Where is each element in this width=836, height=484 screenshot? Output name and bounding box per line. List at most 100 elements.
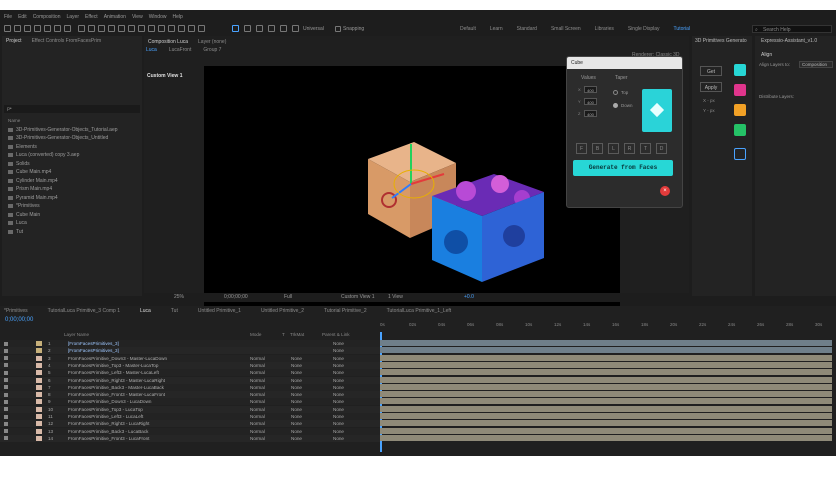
table-row[interactable]: 9 FromFacesPrimitive_Down3 - LucaDown Norm…: [0, 398, 380, 406]
visibility-eye-icon[interactable]: [4, 421, 8, 426]
cylinder-tool-icon[interactable]: [734, 84, 746, 96]
layer-name[interactable]: FromFacesPrimitive_Right3 - LucaRight: [68, 421, 149, 426]
project-item[interactable]: Luca: [8, 220, 27, 227]
pen-tool-icon[interactable]: [108, 25, 115, 32]
timeline-timecode[interactable]: 0;00;00;00: [5, 317, 33, 323]
axis-tool-icon[interactable]: [232, 25, 239, 32]
project-item[interactable]: Cube Main: [8, 211, 40, 218]
layer-duration-bar[interactable]: [380, 413, 832, 419]
project-item[interactable]: Tut: [8, 228, 23, 235]
layer-name[interactable]: FromFacesPrimitive_Front3 - LucaFront: [68, 436, 149, 441]
layer-name[interactable]: FromFacesPrimitive_Left3 - Master-LucaLe…: [68, 370, 159, 375]
project-name-column[interactable]: Name: [8, 118, 20, 123]
views-select[interactable]: 1 View: [388, 294, 403, 300]
zoom-tool-icon[interactable]: [34, 25, 41, 32]
pyramid-tool-icon[interactable]: [734, 124, 746, 136]
project-item[interactable]: Elements: [8, 143, 37, 150]
workspace-tab[interactable]: Libraries: [595, 26, 628, 32]
settings-gear-icon[interactable]: [734, 148, 746, 160]
table-row[interactable]: 6 FromFacesPrimitive_Right3 - Master-Luca…: [0, 376, 380, 384]
label-color-swatch[interactable]: [36, 370, 42, 376]
layer-trkmat[interactable]: None: [291, 436, 302, 441]
label-color-swatch[interactable]: [36, 421, 42, 427]
breadcrumb-item[interactable]: LucaFront: [169, 47, 192, 55]
col-t[interactable]: T: [282, 332, 285, 337]
layer-mode[interactable]: Normal: [250, 429, 265, 434]
layer-mode[interactable]: Normal: [250, 392, 265, 397]
align-target-select[interactable]: Composition: [799, 61, 833, 68]
face-button-t[interactable]: T: [640, 143, 651, 154]
visibility-eye-icon[interactable]: [4, 436, 8, 441]
close-icon[interactable]: ×: [660, 186, 670, 196]
layer-name[interactable]: FromFacesPrimitive_Left3 - LucaLeft: [68, 414, 143, 419]
workspace-tab[interactable]: Tutorial: [674, 26, 705, 32]
layer-duration-bar[interactable]: [380, 405, 832, 412]
table-row[interactable]: 5 FromFacesPrimitive_Left3 - Master-LucaL…: [0, 369, 380, 377]
layer-duration-bar[interactable]: [380, 354, 832, 361]
layer-name[interactable]: FromFacesPrimitive_Top3 - Master-LucaTop: [68, 363, 158, 368]
face-button-r[interactable]: R: [624, 143, 635, 154]
tab-layer[interactable]: Layer (none): [198, 39, 226, 45]
layer-duration-bar[interactable]: [380, 347, 832, 354]
clone-tool-icon[interactable]: [138, 25, 145, 32]
visibility-eye-icon[interactable]: [4, 341, 8, 346]
eraser-tool-icon[interactable]: [148, 25, 155, 32]
menu-effect[interactable]: Effect: [85, 14, 98, 22]
layer-trkmat[interactable]: None: [291, 407, 302, 412]
workspace-tab[interactable]: Default: [460, 26, 490, 32]
cube-tool-icon[interactable]: [734, 64, 746, 76]
layer-trkmat[interactable]: None: [291, 363, 302, 368]
view-select[interactable]: Custom View 1: [341, 294, 375, 300]
tab-primitives[interactable]: 3D Primitives Generato: [695, 38, 747, 44]
project-item[interactable]: 3D-Primitives-Generator-Objects_Tutorial…: [8, 126, 118, 133]
workspace-tab[interactable]: Standard: [517, 26, 551, 32]
col-mode[interactable]: Mode: [250, 332, 262, 337]
get-button[interactable]: Get: [700, 66, 722, 76]
layer-parent[interactable]: None: [333, 407, 344, 412]
layer-duration-bar[interactable]: [380, 361, 832, 368]
layer-trkmat[interactable]: None: [291, 429, 302, 434]
visibility-eye-icon[interactable]: [4, 392, 8, 397]
layer-parent[interactable]: None: [333, 348, 344, 353]
layer-mode[interactable]: Normal: [250, 407, 265, 412]
workspace-tab[interactable]: Learn: [490, 26, 517, 32]
layer-parent[interactable]: None: [333, 363, 344, 368]
x-value-input[interactable]: 400: [584, 86, 597, 93]
tab-composition[interactable]: Composition Luca: [148, 39, 188, 45]
layer-parent[interactable]: None: [333, 421, 344, 426]
exposure-value[interactable]: +0.0: [464, 294, 474, 300]
dolly-tool-icon[interactable]: [64, 25, 71, 32]
visibility-eye-icon[interactable]: [4, 370, 8, 375]
timeline-tab[interactable]: TutorialLuca Primitive_1_Left: [387, 308, 452, 314]
layer-name[interactable]: [FromFacesPrimitives_3]: [68, 341, 119, 346]
shape-tool-icon[interactable]: [98, 25, 105, 32]
layer-mode[interactable]: Normal: [250, 370, 265, 375]
roto-tool-icon[interactable]: [158, 25, 165, 32]
label-color-swatch[interactable]: [36, 341, 42, 346]
layer-parent[interactable]: None: [333, 378, 344, 383]
view-axis-icon[interactable]: [256, 25, 263, 32]
timeline-tab[interactable]: TutorialLuca Primitive_3 Comp 1: [48, 308, 120, 314]
search-help-input[interactable]: ⌕ Search Help: [752, 25, 832, 33]
layer-trkmat[interactable]: None: [291, 399, 302, 404]
menu-window[interactable]: Window: [149, 14, 167, 22]
face-button-f[interactable]: F: [576, 143, 587, 154]
project-item[interactable]: 3D-Primitives-Generator-Objects_Untitled: [8, 135, 108, 142]
table-row[interactable]: 1 [FromFacesPrimitives_3] None: [0, 340, 380, 347]
table-row[interactable]: 11 FromFacesPrimitive_Left3 - LucaLeft Nor…: [0, 413, 380, 420]
tab-project[interactable]: Project: [6, 38, 22, 44]
layer-name[interactable]: FromFacesPrimitive_Down3 - LucaDown: [68, 399, 151, 404]
workspace-tab[interactable]: Single Display: [628, 26, 674, 32]
table-row[interactable]: 3 FromFacesPrimitive_Down3 - Master-LucaD…: [0, 354, 380, 362]
layer-trkmat[interactable]: None: [291, 421, 302, 426]
layer-parent[interactable]: None: [333, 399, 344, 404]
menu-file[interactable]: File: [4, 14, 12, 22]
menu-edit[interactable]: Edit: [18, 14, 27, 22]
layer-duration-bar[interactable]: [380, 383, 832, 390]
visibility-eye-icon[interactable]: [4, 399, 8, 404]
timeline-tab[interactable]: Untitled Primitive_2: [261, 308, 304, 314]
visibility-eye-icon[interactable]: [4, 378, 8, 382]
table-row[interactable]: 7 FromFacesPrimitive_Back3 - Master-LucaB…: [0, 383, 380, 391]
visibility-eye-icon[interactable]: [4, 363, 8, 368]
layer-trkmat[interactable]: None: [291, 356, 302, 361]
